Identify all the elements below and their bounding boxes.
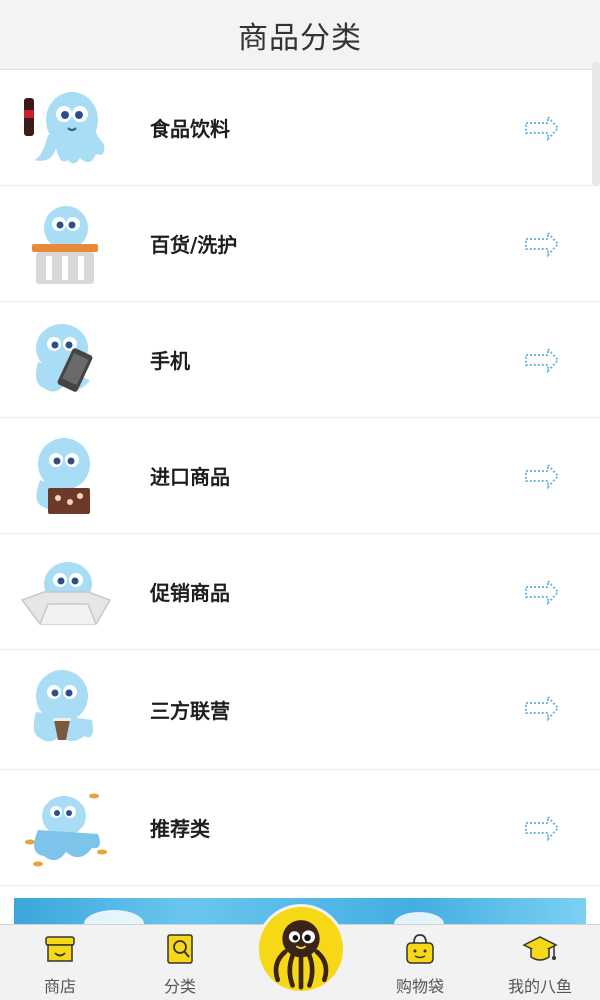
shopping-bag-icon [406,934,434,964]
octopus-basket-icon [32,206,98,284]
store-icon [45,936,75,962]
octopus-drink-icon [33,670,93,742]
category-row-recommended[interactable]: 推荐类 [0,770,600,886]
arrow-right-icon [525,346,560,374]
arrow-right-icon [525,694,560,722]
category-label: 促销商品 [150,581,230,605]
tab-my-profile[interactable]: 我的八鱼 [495,925,585,1000]
category-label: 推荐类 [150,817,210,841]
tab-label: 我的八鱼 [507,977,572,996]
category-label: 百货/洗护 [150,233,238,257]
category-icon [167,934,193,964]
tab-store[interactable]: 商店 [15,925,105,1000]
category-row-imported[interactable]: 进口商品 [0,418,600,534]
arrow-right-icon [525,114,560,142]
category-list: 食品饮料 百货/洗护 手机 进口商品 促销商品 三方联营 推荐类 [0,70,600,886]
octopus-cola-icon [24,92,105,164]
octopus-box-icon [20,562,112,625]
octopus-phone-icon [36,324,93,392]
tab-label: 商店 [43,977,76,996]
tab-shopping-bag[interactable]: 购物袋 [375,925,465,1000]
arrow-right-icon [525,462,560,490]
tab-category[interactable]: 分类 [135,925,225,1000]
category-row-third-party[interactable]: 三方联营 [0,650,600,770]
header-bar: 商品分类 [0,0,600,70]
tab-label: 购物袋 [395,977,444,996]
category-row-phones[interactable]: 手机 [0,302,600,418]
category-row-household[interactable]: 百货/洗护 [0,186,600,302]
center-home-button[interactable] [256,904,346,994]
arrow-right-icon [525,814,560,842]
octopus-center-icon [273,920,329,990]
page-title: 商品分类 [238,20,362,56]
graduation-cap-icon [522,936,558,961]
category-row-promotions[interactable]: 促销商品 [0,534,600,650]
scrollbar[interactable] [592,62,600,186]
category-label: 三方联营 [150,699,230,723]
arrow-right-icon [525,230,560,258]
octopus-chocolate-icon [36,438,90,514]
tab-label: 分类 [163,977,196,996]
category-label: 食品饮料 [150,117,230,141]
category-label: 手机 [150,349,190,373]
category-label: 进口商品 [150,465,230,489]
arrow-right-icon [525,578,560,606]
category-row-food-drinks[interactable]: 食品饮料 [0,70,600,186]
octopus-leaves-icon [25,793,107,867]
